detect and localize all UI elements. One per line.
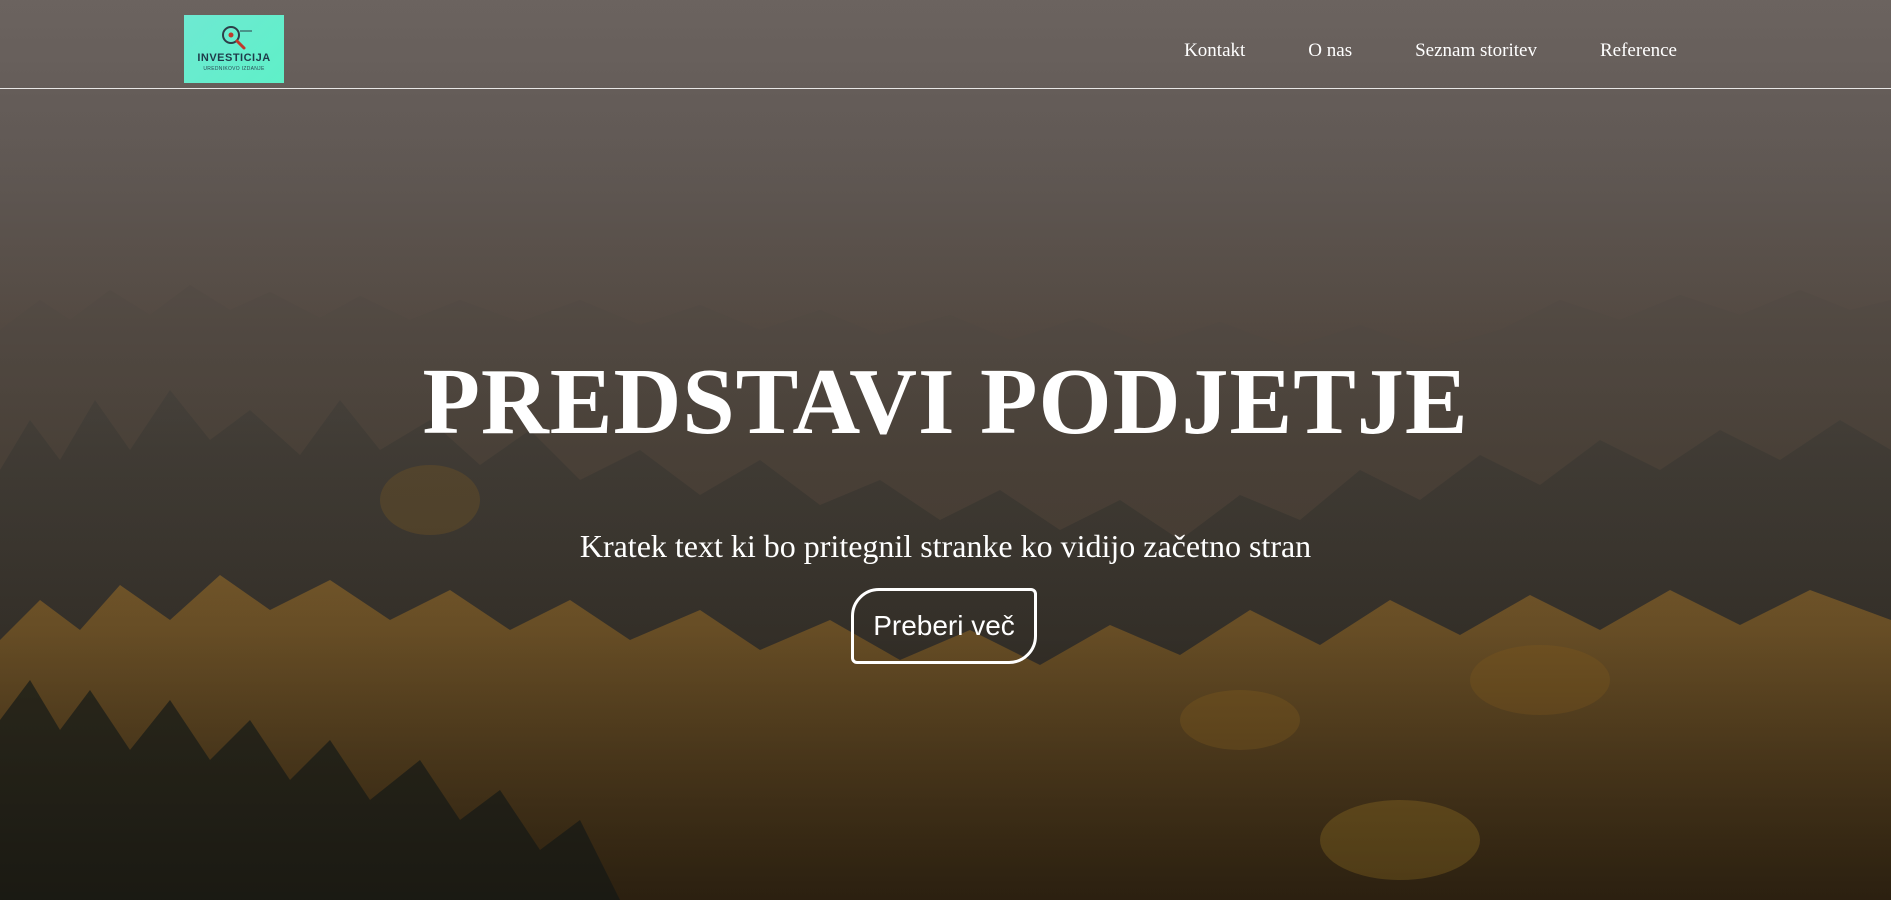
nav-item-reference[interactable]: Reference [1600,40,1677,62]
nav-item-seznam-storitev[interactable]: Seznam storitev [1415,40,1537,62]
read-more-button[interactable]: Preberi več [851,588,1037,664]
magnifier-icon [222,26,252,50]
brand-logo[interactable]: INVESTICIJA UREDNIKOVO IZDANJE [184,15,284,83]
top-navigation-bar: INVESTICIJA UREDNIKOVO IZDANJE Kontakt O… [0,0,1891,89]
main-nav: Kontakt O nas Seznam storitev Reference [1184,40,1677,62]
logo-title: INVESTICIJA [197,52,271,64]
nav-item-o-nas[interactable]: O nas [1308,40,1352,62]
hero-title: PREDSTAVI PODJETJE [422,350,1469,454]
hero-section: INVESTICIJA UREDNIKOVO IZDANJE Kontakt O… [0,0,1891,900]
nav-item-kontakt[interactable]: Kontakt [1184,40,1245,62]
logo-subtitle: UREDNIKOVO IZDANJE [203,66,265,72]
hero-subtitle: Kratek text ki bo pritegnil stranke ko v… [579,528,1312,564]
